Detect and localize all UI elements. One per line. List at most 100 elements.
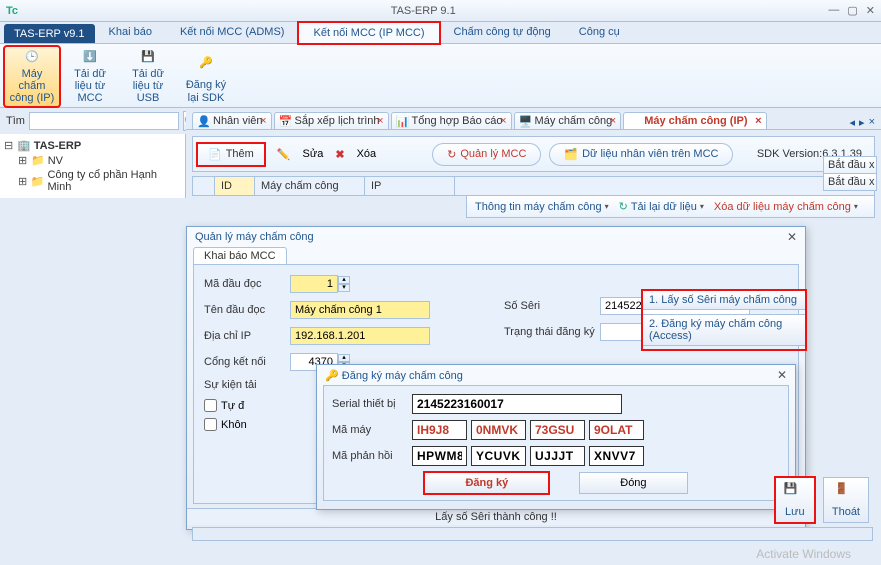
link-label: Xóa dữ liệu máy chấm công xyxy=(714,201,851,213)
btn-label: Thoát xyxy=(832,506,860,518)
tab-label: Nhân viên xyxy=(213,115,263,127)
close-icon[interactable]: × xyxy=(610,115,616,127)
menu-ip-mcc[interactable]: Kết nối MCC (IP MCC) xyxy=(298,22,439,44)
tree-panel: ⊟ 🏢 TAS-ERP ⊞ 📁 NV ⊞ 📁 Công ty cổ phần H… xyxy=(0,134,186,198)
menu-congcu[interactable]: Công cụ xyxy=(565,22,634,43)
close-button[interactable]: ✕ xyxy=(866,4,875,17)
horizontal-scrollbar[interactable] xyxy=(192,527,873,541)
exit-icon: 🚪 xyxy=(835,482,857,504)
grid-header: ID Máy chấm công IP xyxy=(192,176,875,196)
tab-close-all[interactable]: × xyxy=(869,116,875,129)
folder-icon: 📁 xyxy=(31,175,45,188)
modal2-close-icon[interactable]: ✕ xyxy=(777,368,787,382)
register-icon: 🔑 xyxy=(192,49,220,77)
tree-root[interactable]: ⊟ 🏢 TAS-ERP xyxy=(4,138,181,153)
input-mamay-3[interactable] xyxy=(530,420,585,440)
edit-icon[interactable]: ✏️ xyxy=(273,148,295,161)
input-ip[interactable] xyxy=(290,327,430,345)
chevron-down-icon: ▾ xyxy=(605,202,609,211)
spin-up[interactable]: ▴ xyxy=(338,354,350,362)
modal-close-icon[interactable]: ✕ xyxy=(787,230,797,244)
cb-khong[interactable] xyxy=(204,418,217,431)
tab-tonghop[interactable]: 📊Tổng hợp Báo cáo× xyxy=(391,112,512,129)
input-mamay-4[interactable] xyxy=(589,420,644,440)
ribbon-tai-usb[interactable]: 💾 Tải dữ liệu từ USB xyxy=(120,46,176,107)
data-icon: 🗂️ xyxy=(564,148,578,161)
tab-mcc[interactable]: 🖥️Máy chấm công× xyxy=(514,112,622,129)
cb-tudong[interactable] xyxy=(204,399,217,412)
window-title: TAS-ERP 9.1 xyxy=(18,5,828,17)
add-button[interactable]: 📄 Thêm xyxy=(197,143,265,166)
tab-next[interactable]: ▸ xyxy=(859,116,865,129)
plus-icon: 📄 xyxy=(208,148,222,161)
right-hdr-1[interactable]: Bắt đầu x xyxy=(823,156,877,173)
lbl-event: Sự kiện tải xyxy=(204,379,290,391)
app-menu[interactable]: TAS-ERP v9.1 xyxy=(4,24,95,43)
search-row: Tìm 🔍 ↻ xyxy=(0,108,186,134)
search-input[interactable] xyxy=(29,112,179,130)
download-icon: ⬇️ xyxy=(76,49,104,66)
collapse-icon[interactable]: ⊟ xyxy=(4,139,14,152)
edit-label[interactable]: Sửa xyxy=(303,148,324,160)
info-mcc-link[interactable]: Thông tin máy chấm công▾ xyxy=(475,201,609,213)
link-label: Tải lại dữ liệu xyxy=(631,201,697,213)
ribbon-tai-mcc[interactable]: ⬇️ Tải dữ liệu từ MCC xyxy=(62,46,118,107)
input-mamay-1[interactable] xyxy=(412,420,467,440)
chevron-down-icon: ▾ xyxy=(854,202,858,211)
btn-lay-seri[interactable]: 1. Lấy số Sêri máy chấm công xyxy=(642,290,806,310)
delete-label[interactable]: Xóa xyxy=(357,148,377,160)
input-mamay-2[interactable] xyxy=(471,420,526,440)
col-id[interactable]: ID xyxy=(215,177,255,195)
document-tabs: 👤Nhân viên× 📅Sắp xếp lịch trình× 📊Tổng h… xyxy=(186,108,881,130)
btn-dangky[interactable]: Đăng ký xyxy=(424,472,549,494)
input-ph-3[interactable] xyxy=(530,446,585,466)
input-ph-1[interactable] xyxy=(412,446,467,466)
ribbon-dk-sdk[interactable]: 🔑 Đăng ký lại SDK xyxy=(178,46,234,107)
tab-label: Máy chấm công xyxy=(535,115,613,127)
col-mcc[interactable]: Máy chấm công xyxy=(255,177,365,195)
tab-sapxep[interactable]: 📅Sắp xếp lịch trình× xyxy=(274,112,389,129)
tab-nhanvien[interactable]: 👤Nhân viên× xyxy=(192,112,272,129)
spin-down[interactable]: ▾ xyxy=(338,284,350,292)
close-icon[interactable]: × xyxy=(755,115,761,127)
btn-thoat[interactable]: 🚪 Thoát xyxy=(823,477,869,523)
clock-icon: 🕒 xyxy=(18,49,46,66)
btn-dangky-access[interactable]: 2. Đăng ký máy chấm công (Access) xyxy=(642,314,806,346)
minimize-button[interactable]: — xyxy=(828,4,839,17)
tab-mcc-ip[interactable]: Máy chấm công (IP)× xyxy=(623,112,766,129)
tree-nv[interactable]: ⊞ 📁 NV xyxy=(4,153,181,168)
menu-adms[interactable]: Kết nối MCC (ADMS) xyxy=(166,22,299,43)
modal-title: Quản lý máy chấm công xyxy=(195,231,314,243)
dulieu-nv-button[interactable]: 🗂️ Dữ liệu nhân viên trên MCC xyxy=(549,143,733,166)
quanly-mcc-button[interactable]: ↻ Quản lý MCC xyxy=(432,143,541,166)
spin-up[interactable]: ▴ xyxy=(338,276,350,284)
maximize-button[interactable]: ▢ xyxy=(847,4,857,17)
btn-luu[interactable]: 💾 Lưu xyxy=(775,477,815,523)
modal-tab[interactable]: Khai báo MCC xyxy=(193,247,287,264)
menu-cctd[interactable]: Chấm công tự động xyxy=(440,22,565,43)
lbl-phanhoi: Mã phản hồi xyxy=(332,450,412,462)
tree-company[interactable]: ⊞ 📁 Công ty cổ phần Hạnh Minh xyxy=(4,168,181,194)
delete-icon[interactable]: ✖ xyxy=(331,148,348,161)
col-ip[interactable]: IP xyxy=(365,177,455,195)
close-icon[interactable]: × xyxy=(260,115,266,127)
close-icon[interactable]: × xyxy=(500,115,506,127)
btn-dong[interactable]: Đóng xyxy=(579,472,687,494)
input-ph-4[interactable] xyxy=(589,446,644,466)
ribbon-mcc-ip[interactable]: 🕒 Máy chấm công (IP) xyxy=(4,46,60,107)
input-ph-2[interactable] xyxy=(471,446,526,466)
delete-data-link[interactable]: Xóa dữ liệu máy chấm công▾ xyxy=(714,201,858,213)
menu-khai-bao[interactable]: Khai báo xyxy=(95,22,166,43)
expand-icon[interactable]: ⊞ xyxy=(18,175,28,188)
input-serial[interactable] xyxy=(412,394,622,414)
reload-link[interactable]: ↻Tải lại dữ liệu▾ xyxy=(619,200,704,213)
expand-icon[interactable]: ⊞ xyxy=(18,154,28,167)
input-madaudoc[interactable] xyxy=(290,275,338,293)
lbl-seri: Số Sêri xyxy=(504,300,600,312)
input-ten[interactable] xyxy=(290,301,430,319)
report-icon: 📊 xyxy=(396,115,408,127)
close-icon[interactable]: × xyxy=(377,115,383,127)
tab-prev[interactable]: ◂ xyxy=(850,116,856,129)
right-hdr-2[interactable]: Bắt đầu x xyxy=(823,173,877,191)
app-icon: Tc xyxy=(6,5,18,17)
